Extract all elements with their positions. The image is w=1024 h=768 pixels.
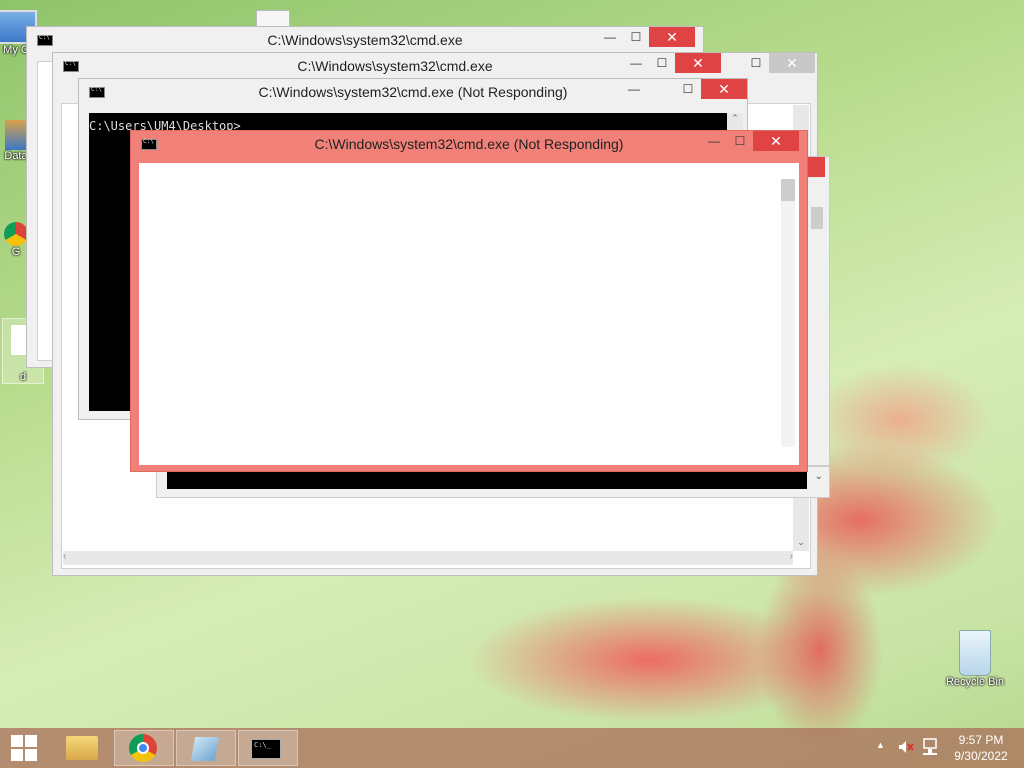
window-edge [806, 156, 830, 466]
scroll-down-icon[interactable]: ⌄ [793, 537, 809, 551]
tray-overflow-icon[interactable]: ▲ [876, 740, 885, 750]
scroll-down-icon[interactable]: ⌄ [815, 471, 823, 482]
close-button[interactable]: ✕ [649, 27, 695, 47]
clock-date: 9/30/2022 [954, 749, 1008, 763]
scroll-thumb[interactable] [811, 207, 823, 229]
folder-icon [66, 736, 98, 760]
console-area[interactable] [139, 163, 799, 465]
vertical-scrollbar[interactable] [781, 179, 795, 447]
minimize-button[interactable]: — [701, 131, 727, 151]
chrome-shortcut-icon [4, 222, 28, 246]
network-icon[interactable] [922, 738, 938, 756]
speaker-muted-icon[interactable] [898, 740, 914, 754]
scroll-right-icon[interactable]: › [790, 551, 793, 562]
scroll-thumb[interactable] [781, 179, 795, 201]
taskbar-chrome[interactable] [114, 730, 174, 766]
close-button-edge[interactable] [807, 157, 825, 177]
clock[interactable]: 9:57 PM 9/30/2022 [946, 732, 1016, 764]
console-output [167, 471, 807, 489]
scroll-up-icon[interactable]: ⌃ [727, 113, 743, 124]
maximize-button[interactable]: ☐ [623, 27, 649, 47]
desktop-icon-label: Recycle Bin [945, 676, 1005, 688]
chrome-icon [129, 734, 157, 762]
cmd-window-not-responding-red[interactable]: C:\Windows\system32\cmd.exe (Not Respond… [130, 130, 808, 472]
maximize-button[interactable]: ☐ [649, 53, 675, 73]
start-button[interactable] [0, 730, 48, 766]
horizontal-scrollbar[interactable]: ‹ › [63, 551, 793, 565]
scroll-left-icon[interactable]: ‹ [63, 551, 66, 562]
taskbar-file-explorer[interactable] [54, 730, 114, 766]
desktop-icon-label: d [19, 371, 27, 383]
minimize-button[interactable]: — [597, 27, 623, 47]
close-button[interactable]: ✕ [675, 53, 721, 73]
close-button[interactable]: ✕ [701, 79, 747, 99]
taskbar: C:\_ ▲ 9:57 PM 9/30/2022 [0, 728, 1024, 768]
close-button-2[interactable]: ✕ [769, 53, 815, 73]
maximize-button[interactable]: ☐ [727, 131, 753, 151]
cmd-icon: C:\_ [251, 739, 281, 759]
close-button[interactable]: ✕ [753, 131, 799, 151]
shortcut-icon [5, 120, 27, 150]
maximize-button[interactable]: ☐ [675, 79, 701, 99]
notepad-icon [190, 737, 220, 761]
minimize-button[interactable]: — [621, 79, 647, 99]
recycle-bin-icon [959, 630, 991, 676]
maximize-button-2[interactable]: ☐ [743, 53, 769, 73]
clock-time: 9:57 PM [958, 733, 1004, 747]
taskbar-notepad[interactable] [176, 730, 236, 766]
windows-logo-icon [11, 735, 37, 761]
taskbar-cmd[interactable]: C:\_ [238, 730, 298, 766]
minimize-button[interactable]: — [623, 53, 649, 73]
desktop-icon-recycle-bin[interactable]: Recycle Bin [940, 630, 1010, 688]
